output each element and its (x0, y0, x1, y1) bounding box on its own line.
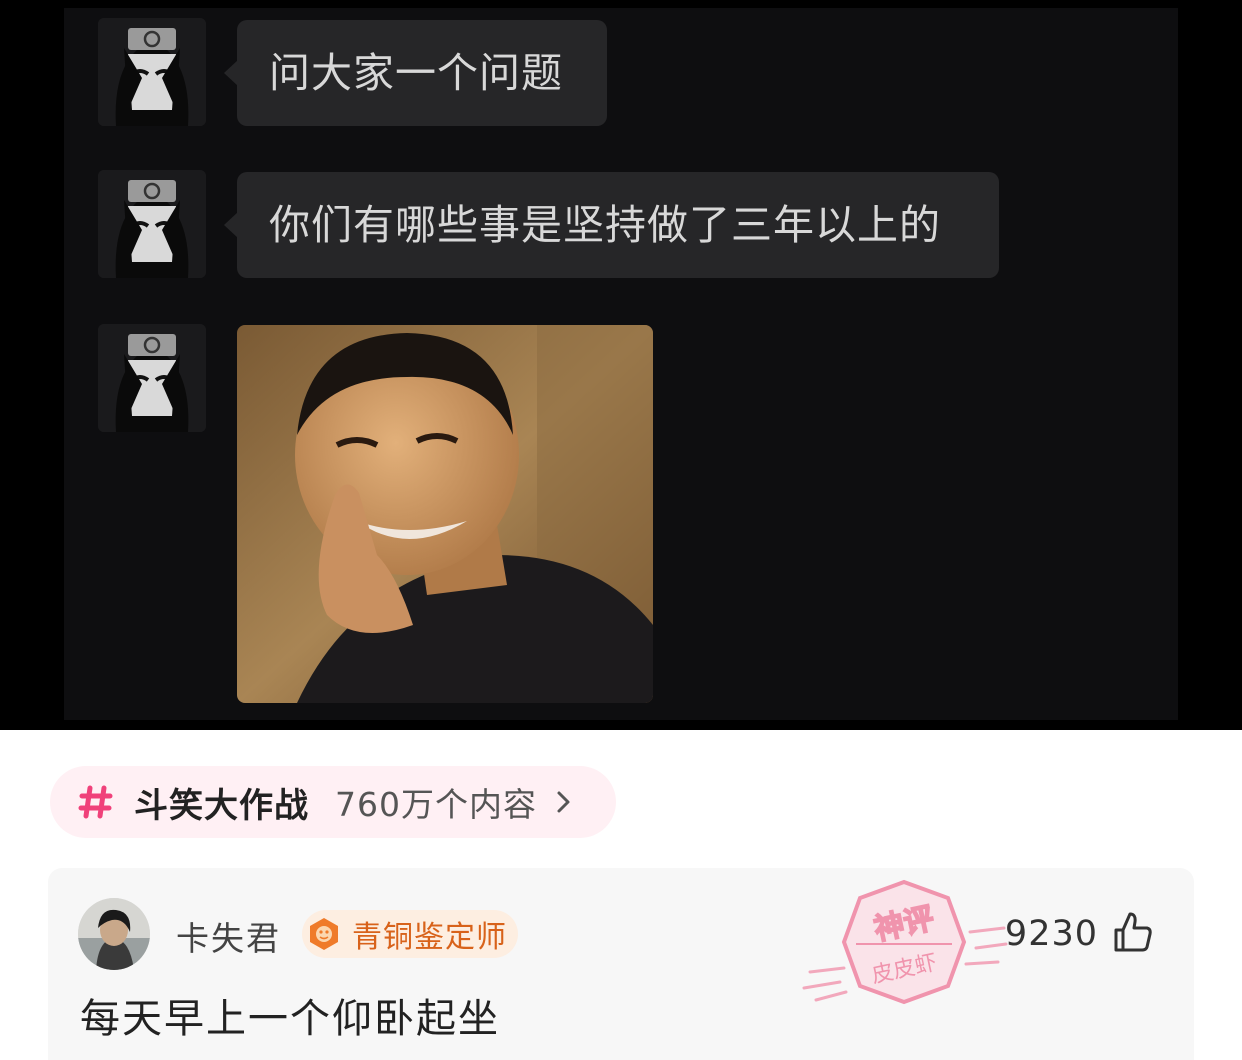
ninja-avatar-icon (98, 170, 206, 278)
sender-avatar[interactable] (98, 18, 206, 126)
comment-text: 每天早上一个仰卧起坐 (80, 996, 500, 1042)
comment-card: 卡失君 青铜鉴定师 每天早上一个仰卧起坐 神评 皮皮虾 9230 (48, 868, 1194, 1060)
chat-bubble[interactable]: 问大家一个问题 (224, 20, 607, 126)
like-count: 9230 (1004, 914, 1098, 954)
hash-icon (78, 785, 113, 819)
user-avatar-image (78, 898, 150, 970)
topic-name: 斗笑大作战 (134, 785, 309, 826)
ninja-avatar-icon (98, 324, 206, 432)
chevron-right-icon (557, 791, 570, 813)
meme-photo[interactable] (237, 325, 653, 703)
shenping-stamp-icon: 神评 皮皮虾 (802, 879, 1008, 1005)
ninja-avatar-icon (98, 18, 206, 126)
user-badge[interactable]: 青铜鉴定师 (302, 910, 518, 958)
topic-chip[interactable]: 斗笑大作战 760万个内容 (50, 766, 616, 838)
topic-content-count: 760万个内容 (335, 785, 537, 824)
chat-screenshot: 问大家一个问题 你们有哪些事是坚持做了三年以上的 (0, 0, 1242, 730)
badge-label: 青铜鉴定师 (352, 920, 507, 955)
sender-avatar[interactable] (98, 170, 206, 278)
thumbs-up-icon[interactable] (1110, 910, 1154, 954)
sender-avatar[interactable] (98, 324, 206, 432)
chat-bubble[interactable]: 你们有哪些事是坚持做了三年以上的 (224, 172, 999, 278)
bronze-medal-icon (310, 918, 338, 950)
meme-photo-image (237, 325, 653, 703)
username[interactable]: 卡失君 (176, 912, 281, 960)
avatar[interactable] (78, 898, 150, 970)
